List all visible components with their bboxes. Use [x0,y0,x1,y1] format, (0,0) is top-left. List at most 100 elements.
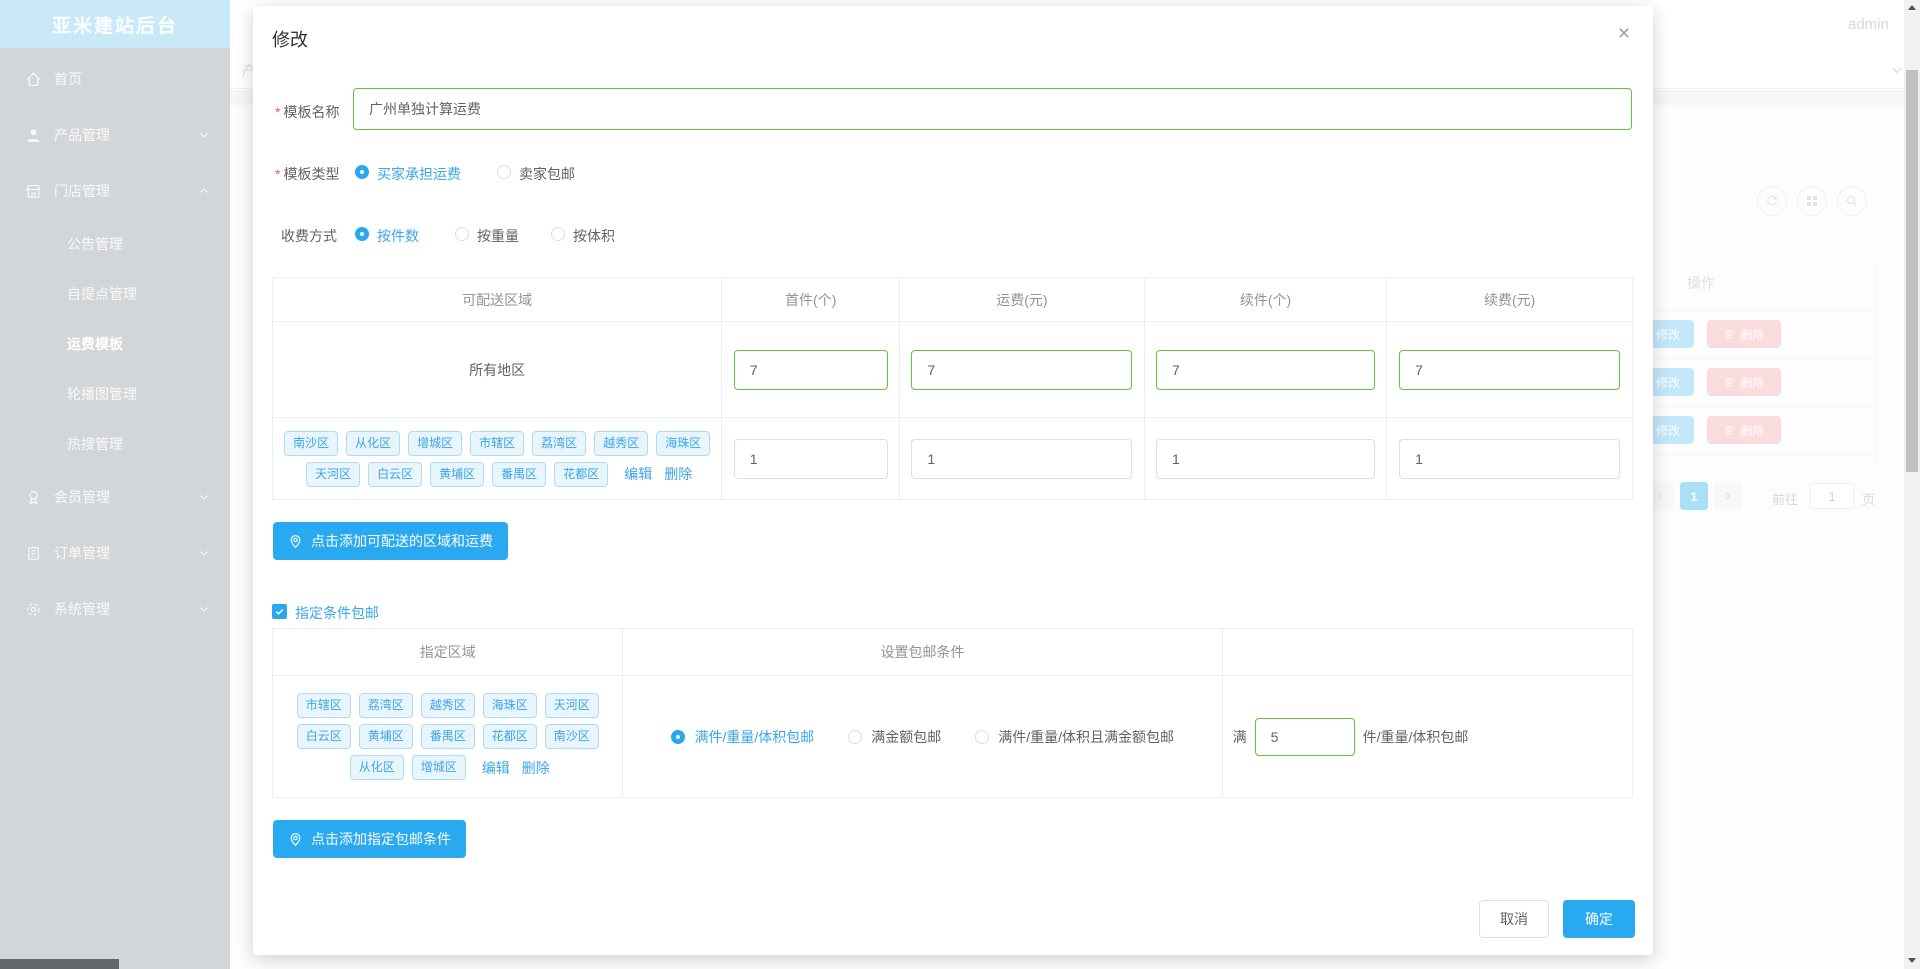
all-regions-cell: 所有地区 [273,321,723,417]
user-menu[interactable]: admin [1848,16,1889,33]
sidebar-item-orders[interactable]: 订单管理 [0,533,230,573]
sidebar-subitem-carousel[interactable]: 轮播图管理 [0,376,230,412]
cancel-button[interactable]: 取消 [1479,900,1549,938]
sidebar-item-stores[interactable]: 门店管理 [0,171,230,211]
scroll-up-icon[interactable] [1908,5,1916,10]
order-document-icon [25,545,42,562]
confirm-button[interactable]: 确定 [1563,900,1635,938]
sidebar-subitem-shipping-templates[interactable]: 运费模板 [0,326,230,362]
radio-seller-free-label[interactable]: 卖家包邮 [519,164,575,184]
member-badge-icon [25,489,42,506]
horizontal-scrollbar-thumb[interactable] [0,959,119,969]
radio-by-weight-label[interactable]: 按重量 [477,226,519,246]
location-pin-icon [288,534,303,549]
district-tag: 从化区 [349,755,404,780]
radio-buyer-pays-label[interactable]: 买家承担运费 [377,164,461,184]
radio-free-by-quantity[interactable] [671,729,686,744]
district-first-input[interactable] [733,438,888,479]
radio-by-volume[interactable] [551,227,565,241]
columns-button[interactable] [1797,186,1827,216]
edit-label: 修改 [1655,327,1680,342]
add-region-button[interactable]: 点击添加可配送的区域和运费 [273,522,508,560]
free-shipping-checkbox-label[interactable]: 指定条件包邮 [295,603,379,623]
pagination-page-1[interactable]: 1 [1680,482,1708,510]
sidebar: 亚米建站后台 首页 产品管理 门店管理 公告管理 自提点管理 运费模板 轮播图管… [0,0,230,969]
col-header-additional-piece: 续件(个) [1145,278,1388,321]
edit-condition-regions-link[interactable]: 编辑 [482,758,510,778]
sidebar-item-members[interactable]: 会员管理 [0,477,230,517]
radio-by-piece[interactable] [355,227,369,241]
free-shipping-checkbox[interactable] [272,604,287,619]
radio-free-by-amount-label[interactable]: 满金额包邮 [871,727,941,747]
page: 亚米建站后台 首页 产品管理 门店管理 公告管理 自提点管理 运费模板 轮播图管… [0,0,1920,969]
row-delete-button[interactable]: 删除 [1707,368,1781,396]
chevron-down-icon [198,491,210,503]
sidebar-item-home[interactable]: 首页 [0,59,230,99]
sidebar-item-label: 系统管理 [54,601,110,617]
sidebar-subitem-hot-search[interactable]: 热搜管理 [0,426,230,462]
delete-label: 删除 [1740,375,1765,390]
radio-free-by-quantity-label[interactable]: 满件/重量/体积包邮 [694,727,814,747]
all-regions-first-input[interactable] [733,349,888,390]
trash-icon [1723,424,1735,436]
sidebar-subitem-announcements[interactable]: 公告管理 [0,226,230,262]
charge-method-label: 收费方式 [281,228,337,244]
district-tag: 荔湾区 [358,693,413,718]
all-regions-additional-fee-input[interactable] [1399,349,1621,390]
delete-label: 删除 [1740,327,1765,342]
vertical-scrollbar-thumb[interactable] [1906,70,1918,472]
vertical-scrollbar[interactable] [1904,0,1920,969]
scroll-down-icon[interactable] [1908,958,1916,963]
radio-free-by-quantity-and-amount-label[interactable]: 满件/重量/体积且满金额包邮 [998,727,1174,747]
all-regions-additional-input[interactable] [1156,349,1376,390]
delete-regions-link[interactable]: 删除 [664,464,692,484]
radio-free-by-amount[interactable] [848,729,863,744]
threshold-value-input[interactable] [1254,717,1355,756]
radio-buyer-pays[interactable] [355,165,369,179]
delete-condition-regions-link[interactable]: 删除 [522,758,550,778]
district-additional-fee-input[interactable] [1399,438,1621,479]
district-tag: 市辖区 [470,430,525,456]
app-logo-title: 亚米建站后台 [0,0,230,48]
threshold-prefix: 满 [1232,728,1247,745]
radio-by-volume-label[interactable]: 按体积 [573,226,615,246]
col-header-fee: 运费(元) [900,278,1145,321]
radio-seller-free[interactable] [497,165,511,179]
chevron-down-icon [198,129,210,141]
template-name-input[interactable] [353,88,1632,130]
all-regions-fee-input[interactable] [911,349,1133,390]
condition-options-cell: 满件/重量/体积包邮 满金额包邮 满件/重量/体积且满金额包邮 [623,675,1223,797]
chevron-down-icon [198,547,210,559]
radio-by-piece-label[interactable]: 按件数 [377,226,419,246]
pagination-goto-label: 前往 [1772,492,1799,507]
district-additional-input[interactable] [1156,438,1376,479]
col-header-first-piece: 首件(个) [722,278,901,321]
sidebar-item-system[interactable]: 系统管理 [0,589,230,629]
dialog-title: 修改 [272,30,308,50]
radio-by-weight[interactable] [455,227,469,241]
search-button[interactable] [1837,186,1867,216]
sidebar-subitem-label: 运费模板 [67,336,123,352]
district-tag: 海珠区 [482,693,537,718]
pagination-next-button[interactable] [1714,482,1742,510]
pagination-goto-input[interactable] [1810,483,1854,509]
district-tag: 白云区 [368,461,423,487]
sidebar-item-products[interactable]: 产品管理 [0,115,230,155]
row-delete-button[interactable]: 删除 [1707,416,1781,444]
district-tag: 番禺区 [492,461,547,487]
close-icon[interactable]: × [1610,20,1638,48]
refresh-button[interactable] [1757,186,1787,216]
add-region-label: 点击添加可配送的区域和运费 [311,533,493,549]
radio-free-by-quantity-and-amount[interactable] [975,729,990,744]
col-header-condition: 设置包邮条件 [623,629,1223,675]
sidebar-subitem-pickup-points[interactable]: 自提点管理 [0,276,230,312]
sidebar-subitem-label: 公告管理 [67,236,123,252]
col-header-region: 可配送区域 [273,278,723,321]
district-fee-input[interactable] [911,438,1133,479]
edit-regions-link[interactable]: 编辑 [624,464,652,484]
add-condition-button[interactable]: 点击添加指定包邮条件 [273,820,466,858]
add-condition-label: 点击添加指定包邮条件 [311,831,451,847]
district-tag: 白云区 [296,724,351,749]
row-delete-button[interactable]: 删除 [1707,320,1781,348]
district-tag: 黄埔区 [358,724,413,749]
